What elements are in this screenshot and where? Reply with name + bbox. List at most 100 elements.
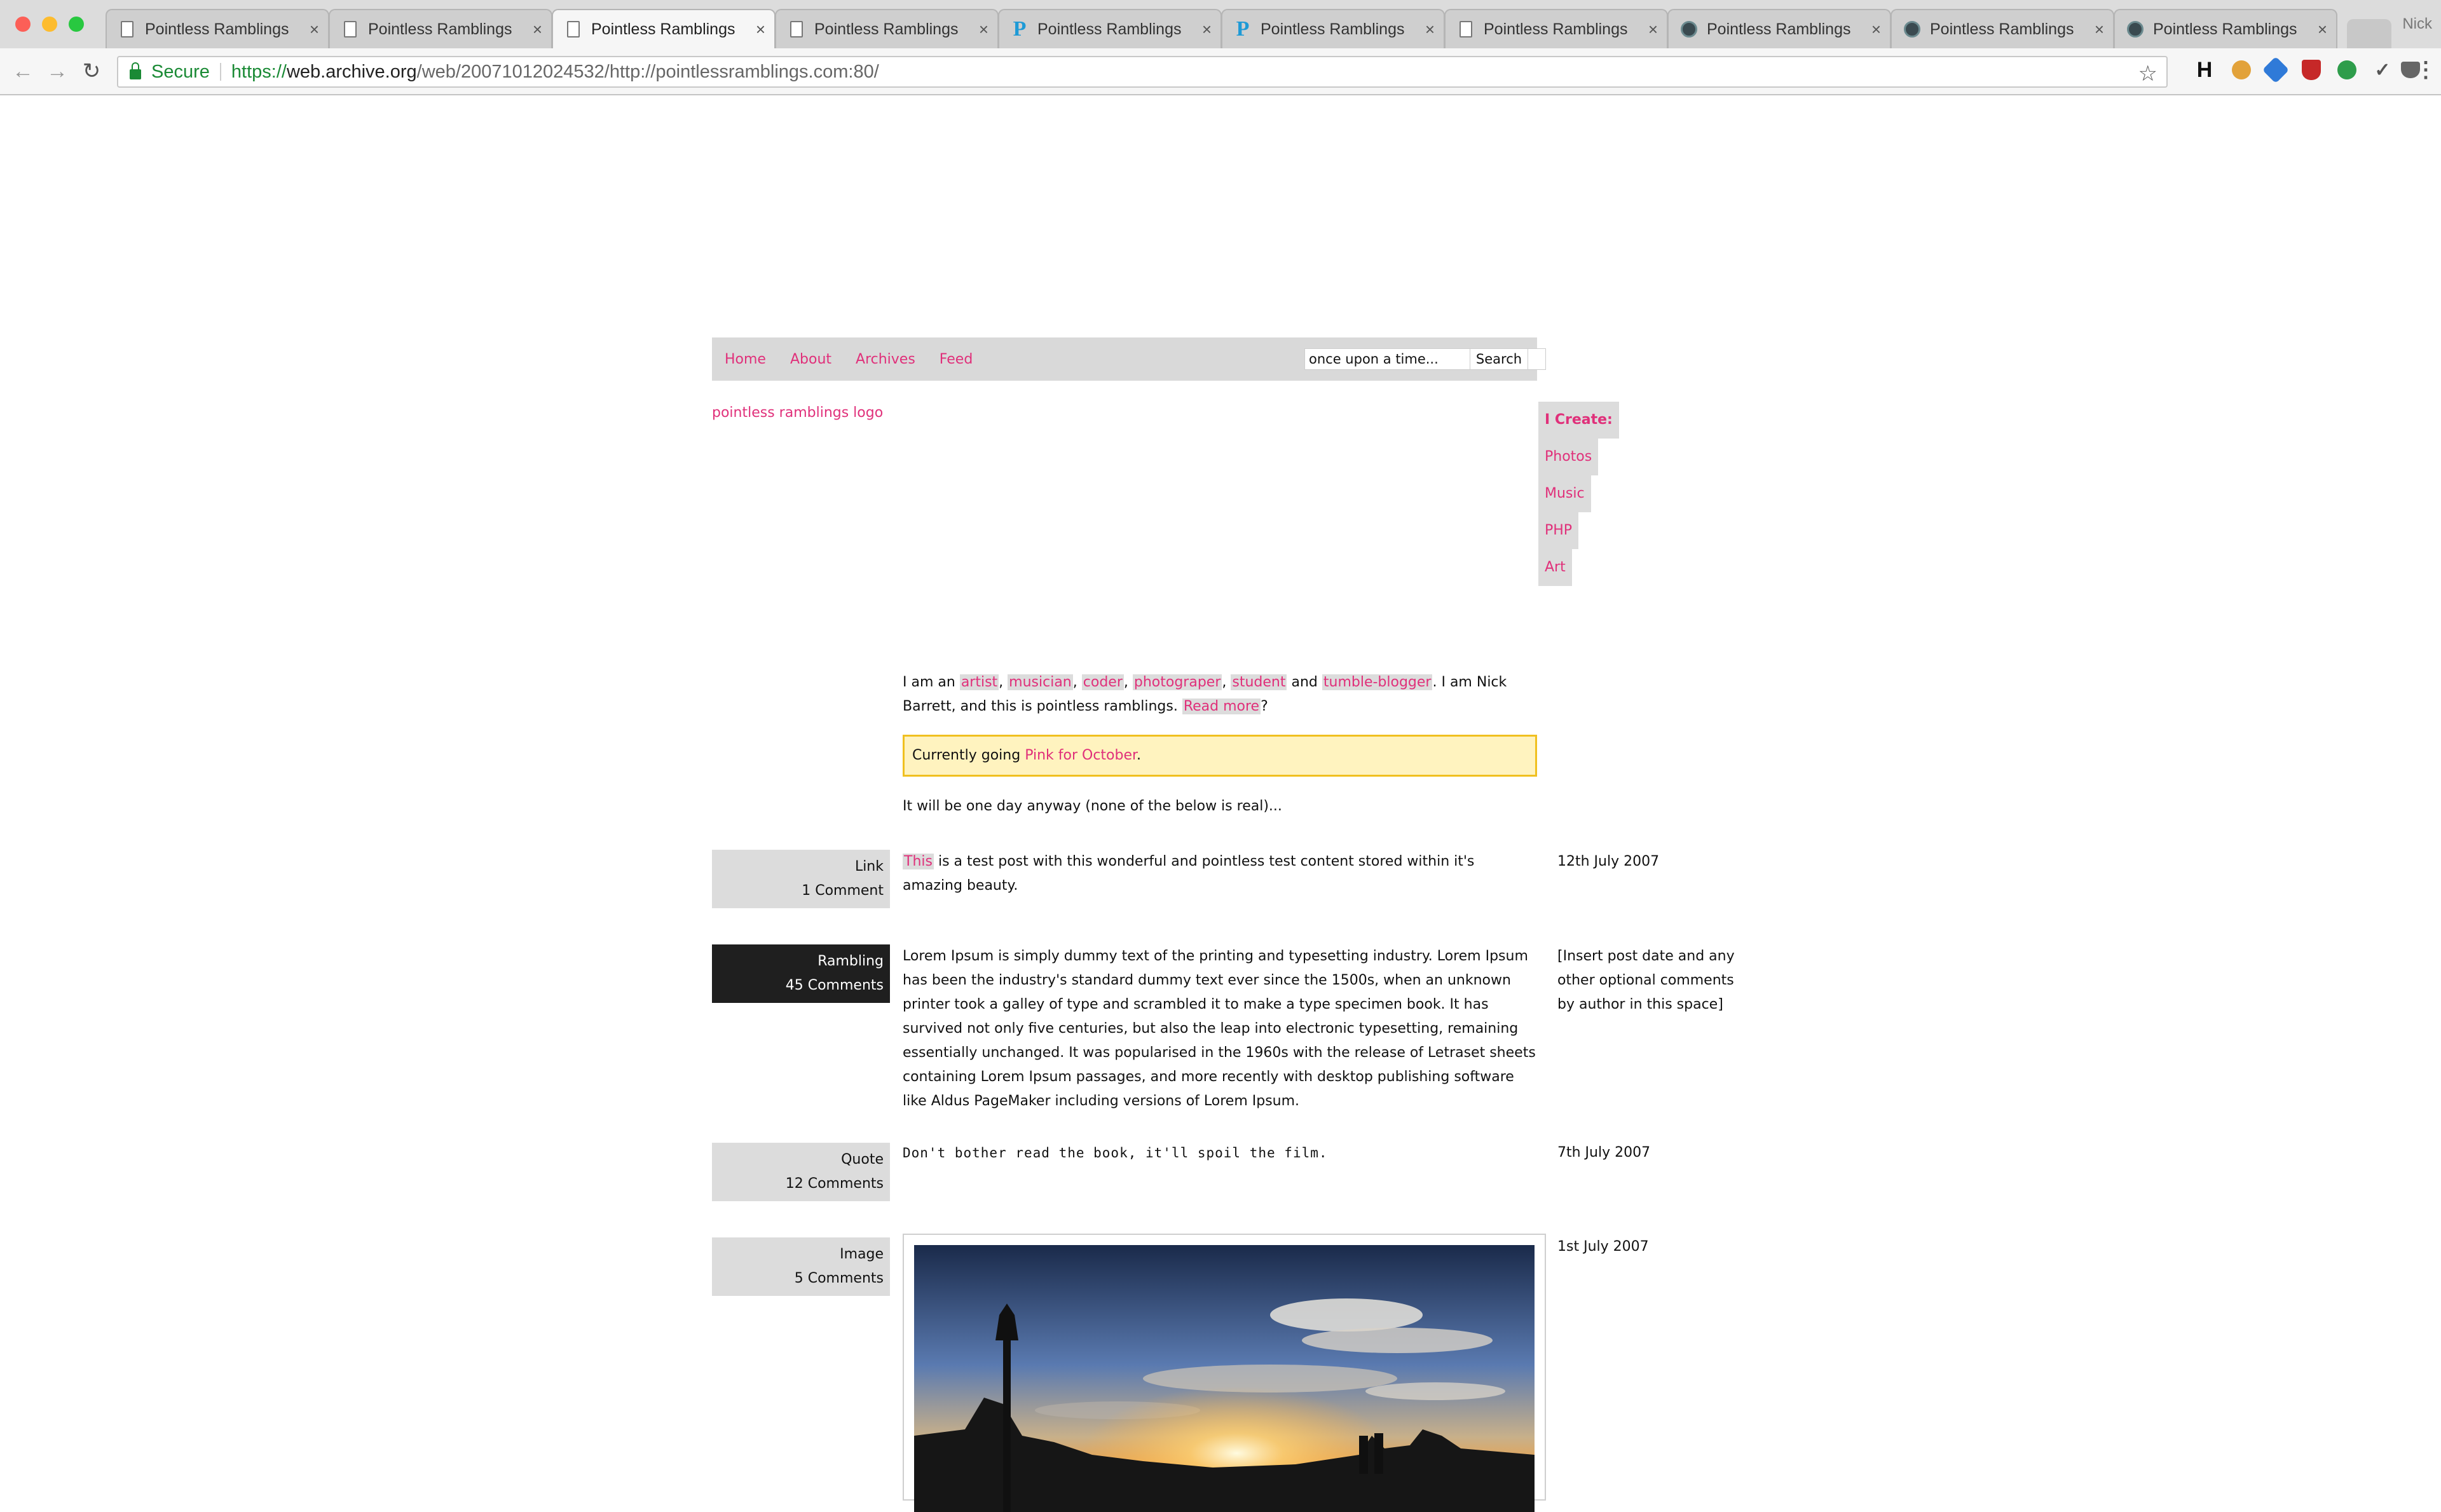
close-icon[interactable]: × xyxy=(1425,20,1435,39)
tab-title: Pointless Ramblings xyxy=(814,20,959,38)
sunset-photo[interactable] xyxy=(914,1245,1535,1512)
address-bar[interactable]: Secure https:// web.archive.org /web/200… xyxy=(117,56,2168,88)
close-icon[interactable]: × xyxy=(2318,20,2327,39)
search-button[interactable]: Search xyxy=(1470,348,1528,370)
forward-arrow-icon[interactable]: → xyxy=(43,57,71,85)
intro-text: I am an artist, musician, coder, photogr… xyxy=(903,674,1507,714)
create-item-php[interactable]: PHP xyxy=(1538,512,1579,549)
new-tab-button[interactable] xyxy=(2347,19,2391,48)
browser-tab[interactable]: Pointless Ramblings × xyxy=(1891,9,2114,48)
post-comments[interactable]: 5 Comments xyxy=(712,1267,884,1291)
check-extension-icon[interactable]: ✓ xyxy=(2371,57,2394,83)
close-icon[interactable]: × xyxy=(979,20,988,39)
close-icon[interactable]: × xyxy=(1202,20,1212,39)
create-item-label[interactable]: Music xyxy=(1545,486,1585,501)
intro-link-coder[interactable]: coder xyxy=(1081,674,1124,690)
secure-label: Secure xyxy=(151,61,210,82)
cookie-extension-icon[interactable] xyxy=(2230,57,2253,83)
post-meta-rambling[interactable]: Rambling 45 Comments xyxy=(712,944,890,1003)
p-logo-icon: P xyxy=(1236,17,1250,41)
page-icon xyxy=(564,20,582,39)
create-item-art[interactable]: Art xyxy=(1538,549,1572,586)
browser-tab[interactable]: Pointless Ramblings × xyxy=(106,9,329,48)
tab-title: Pointless Ramblings xyxy=(1484,20,1628,38)
intro-link-student[interactable]: student xyxy=(1231,674,1287,690)
close-icon[interactable]: × xyxy=(533,20,542,39)
tab-list: Pointless Ramblings × Pointless Ramblings… xyxy=(106,9,2337,48)
site-logo-link[interactable]: pointless ramblings logo xyxy=(712,405,883,421)
intro-link-artist[interactable]: artist xyxy=(959,674,999,690)
post-comments[interactable]: 1 Comment xyxy=(712,879,884,903)
link-extension-icon[interactable] xyxy=(2262,56,2290,84)
profile-name[interactable]: Nick xyxy=(2402,15,2432,33)
post-type[interactable]: Link xyxy=(712,855,884,879)
notice-text: Currently going xyxy=(912,747,1025,763)
close-icon[interactable]: × xyxy=(2095,20,2104,39)
post-type[interactable]: Rambling xyxy=(712,950,884,974)
create-item-label[interactable]: PHP xyxy=(1545,522,1572,538)
notice-end: . xyxy=(1137,747,1142,763)
intro-link-musician[interactable]: musician xyxy=(1008,674,1073,690)
post-meta-quote[interactable]: Quote 12 Comments xyxy=(712,1143,890,1201)
intro-and: and xyxy=(1287,674,1322,690)
browser-tab-strip: Pointless Ramblings × Pointless Ramblings… xyxy=(0,0,2441,48)
browser-tab[interactable]: P Pointless Ramblings × xyxy=(1221,9,1445,48)
nav-archives-link[interactable]: Archives xyxy=(856,351,915,367)
browser-tab[interactable]: Pointless Ramblings × xyxy=(2114,9,2337,48)
post-type[interactable]: Image xyxy=(712,1243,884,1267)
tab-title: Pointless Ramblings xyxy=(591,20,735,38)
post-comments[interactable]: 12 Comments xyxy=(712,1172,884,1196)
post-type[interactable]: Quote xyxy=(712,1148,884,1172)
create-item-label[interactable]: Art xyxy=(1545,559,1566,575)
post-date: 12th July 2007 xyxy=(1557,854,1660,869)
post-date: 1st July 2007 xyxy=(1557,1239,1649,1255)
browser-tab-active[interactable]: Pointless Ramblings × xyxy=(552,9,776,48)
post-link-word[interactable]: This xyxy=(903,854,934,869)
p-logo-icon: P xyxy=(1013,17,1027,41)
h-extension-icon[interactable]: H xyxy=(2193,57,2216,83)
minimize-window-button[interactable] xyxy=(42,17,57,32)
intro-link-tumble-blogger[interactable]: tumble-blogger xyxy=(1322,674,1433,690)
reload-icon[interactable]: ↻ xyxy=(78,57,106,85)
close-icon[interactable]: × xyxy=(1648,20,1658,39)
browser-tab[interactable]: Pointless Ramblings × xyxy=(775,9,999,48)
post-meta-image[interactable]: Image 5 Comments xyxy=(712,1237,890,1296)
create-item-music[interactable]: Music xyxy=(1538,475,1591,512)
close-icon[interactable]: × xyxy=(310,20,319,39)
close-window-button[interactable] xyxy=(15,17,31,32)
create-item-photos[interactable]: Photos xyxy=(1538,439,1599,475)
close-icon[interactable]: × xyxy=(1871,20,1881,39)
post-comments[interactable]: 45 Comments xyxy=(712,974,884,998)
browser-toolbar: ← → ↻ Secure https:// web.archive.org /w… xyxy=(0,48,2441,95)
site-logo-icon xyxy=(1903,20,1921,39)
browser-tab[interactable]: Pointless Ramblings × xyxy=(329,9,552,48)
close-icon[interactable]: × xyxy=(756,20,765,39)
tab-title: Pointless Ramblings xyxy=(1261,20,1405,38)
bookmark-star-icon[interactable]: ☆ xyxy=(2138,61,2157,86)
intro-prefix: I am an xyxy=(903,674,960,690)
nav-home-link[interactable]: Home xyxy=(725,351,766,367)
page-icon xyxy=(1457,20,1475,39)
pink-for-october-link[interactable]: Pink for October xyxy=(1025,747,1137,763)
post-text: is a test post with this wonderful and p… xyxy=(903,854,1475,894)
create-item-label[interactable]: Photos xyxy=(1545,449,1592,465)
intro-link-photographer[interactable]: photograper xyxy=(1132,674,1222,690)
maximize-window-button[interactable] xyxy=(69,17,84,32)
post-meta-link[interactable]: Link 1 Comment xyxy=(712,850,890,908)
back-arrow-icon[interactable]: ← xyxy=(9,57,37,85)
nav-links: Home About Archives Feed xyxy=(725,337,997,381)
browser-tab[interactable]: Pointless Ramblings × xyxy=(1667,9,1891,48)
badge-extension-icon[interactable] xyxy=(2335,57,2358,83)
site-logo-icon xyxy=(2126,20,2144,39)
url-path: /web/20071012024532/http://pointlessramb… xyxy=(416,61,879,82)
nav-feed-link[interactable]: Feed xyxy=(940,351,973,367)
shield-extension-icon[interactable] xyxy=(2300,57,2323,83)
nav-about-link[interactable]: About xyxy=(790,351,831,367)
url-scheme: https:// xyxy=(231,61,287,82)
read-more-link[interactable]: Read more xyxy=(1182,698,1261,714)
browser-tab[interactable]: Pointless Ramblings × xyxy=(1444,9,1668,48)
browser-tab[interactable]: P Pointless Ramblings × xyxy=(998,9,1222,48)
page-icon xyxy=(788,20,805,39)
menu-icon[interactable]: ⋮ xyxy=(2413,57,2438,83)
create-heading-label[interactable]: I Create: xyxy=(1545,412,1613,428)
